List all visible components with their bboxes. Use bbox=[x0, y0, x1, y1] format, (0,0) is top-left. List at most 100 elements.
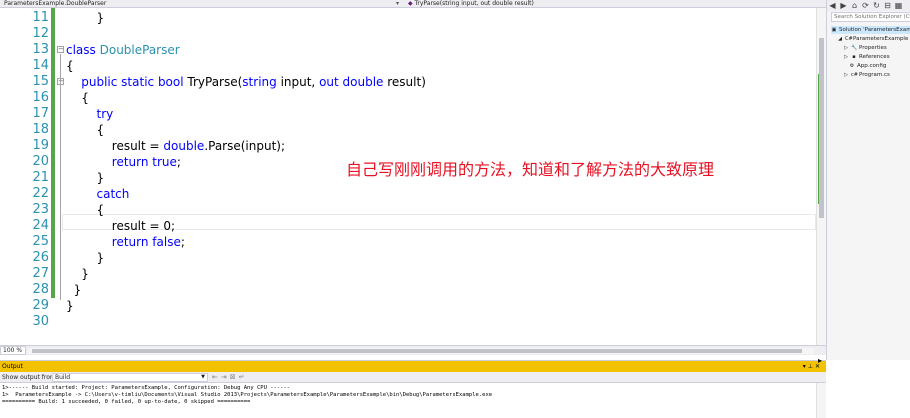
line-number: 12 bbox=[32, 26, 49, 41]
line-number: 23 bbox=[32, 202, 49, 217]
clear-all-icon[interactable]: ⊠ bbox=[230, 373, 239, 381]
code-token: ; bbox=[176, 155, 181, 169]
output-title-bar[interactable]: Output ▾⊥✕ bbox=[0, 361, 826, 372]
zoom-level-dropdown[interactable]: 100 % bbox=[0, 346, 26, 355]
next-message-icon[interactable]: ⇥ bbox=[221, 373, 230, 381]
code-line[interactable]: try bbox=[66, 106, 114, 122]
code-token: } bbox=[66, 171, 105, 185]
code-line[interactable]: class DoubleParser bbox=[66, 42, 180, 58]
code-line[interactable]: public static bool TryParse(string input… bbox=[66, 74, 426, 90]
code-line[interactable]: } bbox=[66, 282, 82, 298]
line-number: 26 bbox=[32, 250, 49, 265]
solution-explorer-toolbar: ◀ ▶ ⌂ ⟳ ↻ ⊟ ▦ bbox=[827, 0, 910, 11]
editor-vertical-scrollbar[interactable] bbox=[816, 8, 826, 345]
code-token: .Parse(input); bbox=[204, 139, 286, 153]
show-output-from-label: Show output from: bbox=[2, 374, 58, 381]
chevron-down-icon[interactable]: ▾ bbox=[396, 0, 399, 8]
csharp-file-icon: c# bbox=[851, 72, 858, 78]
code-line[interactable]: } bbox=[66, 10, 105, 26]
code-line[interactable]: result = 0; bbox=[66, 218, 175, 234]
code-line[interactable]: } bbox=[66, 298, 74, 314]
sync-icon[interactable]: ⟳ bbox=[860, 0, 871, 11]
keyword-token: public static bool bbox=[66, 75, 188, 89]
solution-tree-item[interactable]: ◢ C#ParametersExample bbox=[837, 35, 908, 43]
references-icon: ▪ bbox=[852, 54, 856, 60]
line-number: 18 bbox=[32, 122, 49, 137]
find-message-icon[interactable]: ⇤ bbox=[212, 373, 221, 381]
code-line[interactable]: return false; bbox=[66, 234, 185, 250]
code-line[interactable]: { bbox=[66, 202, 105, 218]
solution-tree-item-label: Program.cs bbox=[859, 72, 890, 78]
method-icon: ◆ bbox=[408, 0, 413, 7]
solution-tree-item[interactable]: ▷ c#Program.cs bbox=[843, 71, 890, 79]
code-token: TryParse( bbox=[187, 75, 243, 89]
back-icon[interactable]: ◀ bbox=[827, 0, 838, 11]
type-token: DoubleParser bbox=[99, 43, 180, 57]
solution-tree-item-label: Solution 'ParametersExample' bbox=[839, 27, 910, 33]
solution-tree-item-label: App.config bbox=[857, 63, 887, 69]
expand-arrow-icon[interactable]: ▷ bbox=[843, 71, 849, 79]
word-wrap-icon[interactable]: ↵ bbox=[239, 373, 248, 381]
scrollbar-thumb[interactable] bbox=[819, 38, 824, 218]
output-window: Output ▾⊥✕ Show output from: Build ▼ ⇤⇥⊠↵… bbox=[0, 360, 826, 418]
output-vertical-scrollbar[interactable] bbox=[816, 383, 826, 418]
code-line[interactable]: { bbox=[66, 90, 89, 106]
pin-icon[interactable]: ⊥ bbox=[808, 363, 815, 370]
line-number: 20 bbox=[32, 154, 49, 169]
code-token: input, bbox=[280, 75, 320, 89]
refresh-icon[interactable]: ↻ bbox=[871, 0, 882, 11]
expand-arrow-icon[interactable]: ▷ bbox=[843, 44, 849, 52]
properties-icon[interactable]: ▦ bbox=[893, 0, 904, 11]
config-icon: ⚙ bbox=[849, 63, 855, 69]
code-line[interactable]: { bbox=[66, 58, 74, 74]
keyword-token: return true bbox=[66, 155, 177, 169]
code-line[interactable]: catch bbox=[66, 186, 130, 202]
code-token: } bbox=[66, 299, 74, 313]
collapse-icon[interactable]: ⊟ bbox=[882, 0, 893, 11]
expand-arrow-icon[interactable]: ◢ bbox=[837, 35, 843, 43]
solution-explorer: ◀▶⌂⟳↻⊟▦ Search Solution Explorer (Ctrl+;… bbox=[826, 0, 910, 360]
keyword-token: class bbox=[66, 43, 100, 57]
editor-horizontal-scrollbar[interactable] bbox=[28, 348, 814, 354]
current-line-highlight bbox=[62, 214, 816, 230]
collapse-outline-icon[interactable]: − bbox=[57, 46, 64, 53]
output-line: 1> ParametersExample -> C:\Users\v-timli… bbox=[2, 392, 493, 398]
code-line[interactable]: } bbox=[66, 170, 105, 186]
solution-tree-item[interactable]: ▷ 🔧 Properties bbox=[843, 44, 887, 52]
code-line[interactable]: { bbox=[66, 122, 105, 138]
solution-search-input[interactable]: Search Solution Explorer (Ctrl+;) bbox=[831, 12, 910, 22]
line-number: 16 bbox=[32, 90, 49, 105]
outline-guide-line bbox=[60, 54, 61, 300]
line-number-gutter: 11 12 13 14 15 16 17 18 19 20 21 22 23 24 25 26 27 28 29 30 bbox=[0, 8, 54, 345]
home-icon[interactable]: ⌂ bbox=[849, 0, 860, 11]
code-token: } bbox=[66, 267, 89, 281]
output-source-dropdown[interactable]: Build ▼ bbox=[52, 373, 208, 382]
output-text[interactable]: 1>------ Build started: Project: Paramet… bbox=[2, 385, 492, 406]
line-number: 17 bbox=[32, 106, 49, 121]
line-number: 19 bbox=[32, 138, 49, 153]
editor-navigation-bar: ParametersExample.DoubleParser ▾ ◆ TryPar… bbox=[0, 0, 826, 8]
output-source-value: Build bbox=[55, 374, 71, 381]
expand-arrow-icon[interactable]: ▷ bbox=[843, 53, 849, 61]
output-line: 1>------ Build started: Project: Paramet… bbox=[2, 385, 291, 391]
line-number: 30 bbox=[32, 314, 49, 329]
forward-icon[interactable]: ▶ bbox=[838, 0, 849, 11]
scrollbar-thumb[interactable] bbox=[32, 349, 802, 353]
solution-tree-item[interactable]: ⚙ App.config bbox=[849, 62, 887, 70]
code-token: { bbox=[66, 59, 74, 73]
line-number: 25 bbox=[32, 234, 49, 249]
solution-tree-item[interactable]: ▣Solution 'ParametersExample' bbox=[831, 26, 910, 34]
code-line[interactable]: } bbox=[66, 266, 89, 282]
code-editor[interactable]: 11 12 13 14 15 16 17 18 19 20 21 22 23 24 25 26 27 28 29 30… bbox=[0, 8, 826, 345]
code-line[interactable]: result = double.Parse(input); bbox=[66, 138, 285, 154]
member-dropdown[interactable]: ◆ TryParse(string input, out double resul… bbox=[408, 0, 534, 8]
class-dropdown[interactable]: ParametersExample.DoubleParser bbox=[4, 0, 106, 8]
keyword-token: out double bbox=[319, 75, 388, 89]
wrench-icon: 🔧 bbox=[851, 45, 858, 51]
code-line[interactable]: return true; bbox=[66, 154, 181, 170]
code-token: { bbox=[66, 91, 89, 105]
line-number: 13 bbox=[32, 42, 49, 57]
solution-tree-item[interactable]: ▷ ▪ References bbox=[843, 53, 890, 61]
code-line[interactable]: } bbox=[66, 250, 105, 266]
keyword-token: return false bbox=[66, 235, 181, 249]
